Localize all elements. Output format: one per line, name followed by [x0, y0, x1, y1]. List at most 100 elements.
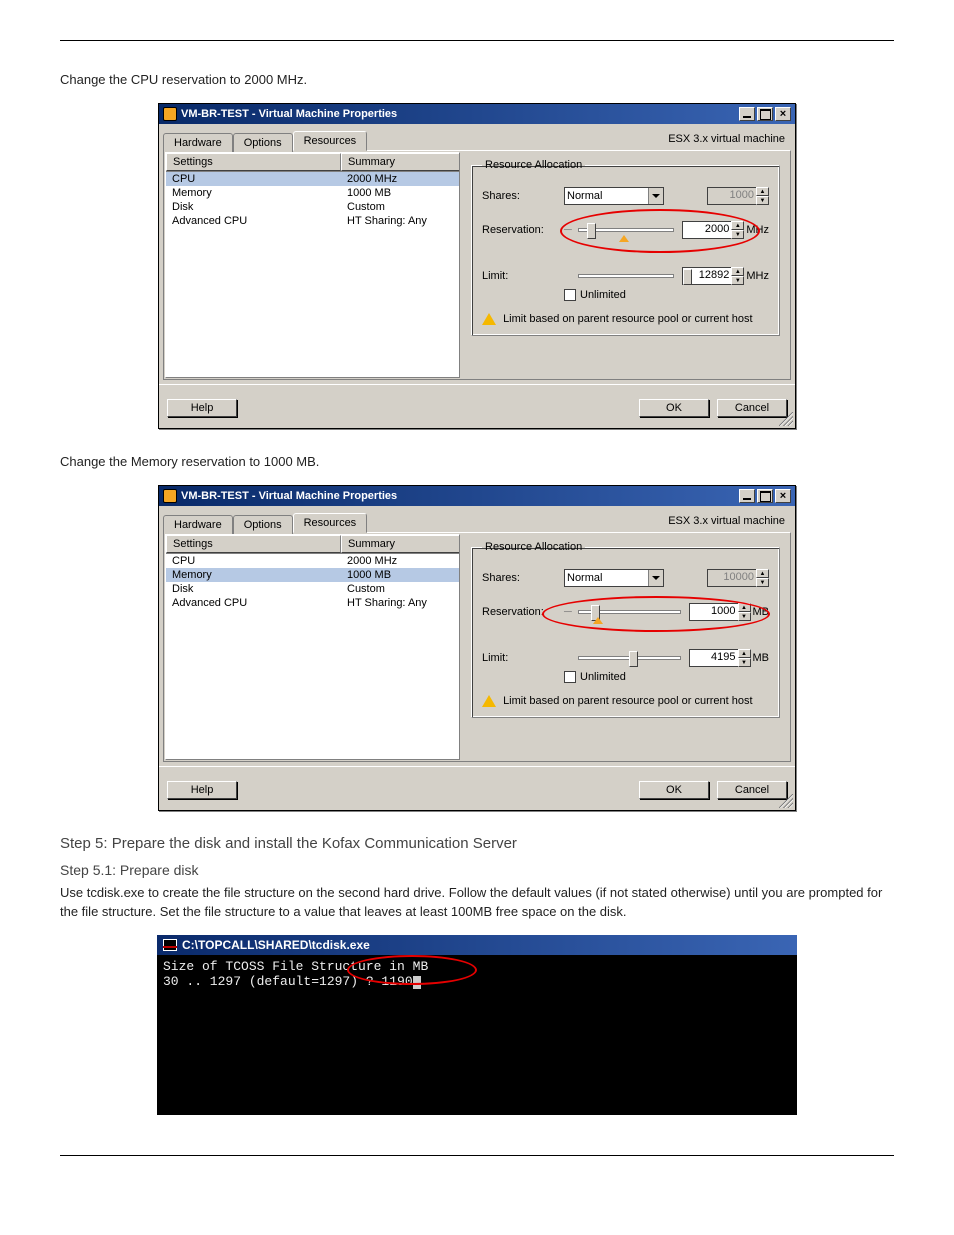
section-5-title: Step 5: Prepare the disk and install the…	[60, 835, 894, 852]
limit-spinner[interactable]: ▲▼	[731, 267, 744, 285]
console-window: C:\TOPCALL\SHARED\tcdisk.exe Size of TCO…	[157, 935, 797, 1115]
maximize-button[interactable]	[757, 489, 773, 503]
resource-allocation-group: Resource Allocation Shares: Normal 1000 …	[471, 159, 780, 336]
tab-hardware[interactable]: Hardware	[163, 133, 233, 152]
resize-grip-icon[interactable]	[779, 794, 793, 808]
list-row-advanced-cpu[interactable]: Advanced CPU HT Sharing: Any	[166, 214, 459, 228]
header-settings[interactable]: Settings	[166, 535, 341, 553]
shares-spinner[interactable]: ▲▼	[756, 187, 769, 205]
row-name: Memory	[166, 568, 341, 582]
list-row-memory[interactable]: Memory 1000 MB	[166, 568, 459, 582]
header-summary[interactable]: Summary	[341, 535, 459, 553]
limit-spinner[interactable]: ▲▼	[738, 649, 751, 667]
limit-unit: MB	[753, 652, 770, 664]
minimize-button[interactable]	[739, 107, 755, 121]
header-summary[interactable]: Summary	[341, 153, 459, 171]
chevron-down-icon	[648, 570, 663, 586]
shares-row: Shares: Normal 1000 ▲▼	[482, 187, 769, 205]
reservation-number[interactable]: 2000	[682, 221, 732, 239]
slider-thumb-icon[interactable]	[683, 269, 692, 285]
shares-label: Shares:	[482, 572, 564, 584]
vm-properties-dialog-cpu: VM-BR-TEST - Virtual Machine Properties …	[158, 103, 796, 429]
titlebar[interactable]: VM-BR-TEST - Virtual Machine Properties …	[159, 486, 795, 506]
app-icon	[163, 489, 177, 503]
warning-row: Limit based on parent resource pool or c…	[482, 695, 769, 707]
tab-resources[interactable]: Resources	[293, 513, 368, 533]
window-title: VM-BR-TEST - Virtual Machine Properties	[181, 490, 737, 502]
maximize-button[interactable]	[757, 107, 773, 121]
close-button[interactable]: ×	[775, 107, 791, 121]
unlimited-label: Unlimited	[580, 289, 626, 301]
shares-spinner[interactable]: ▲▼	[756, 569, 769, 587]
list-row-advanced-cpu[interactable]: Advanced CPU HT Sharing: Any	[166, 596, 459, 610]
row-summary: 1000 MB	[341, 186, 459, 200]
cancel-button[interactable]: Cancel	[717, 781, 787, 799]
section-5-1-body: Use tcdisk.exe to create the file struct…	[60, 884, 894, 920]
row-summary: 1000 MB	[341, 568, 459, 582]
shares-number: 10000	[707, 569, 757, 587]
tab-hardware[interactable]: Hardware	[163, 515, 233, 534]
console-line-1: Size of TCOSS File Structure in MB	[163, 959, 428, 974]
row-name: Disk	[166, 582, 341, 596]
list-row-cpu[interactable]: CPU 2000 MHz	[166, 172, 459, 186]
limit-slider[interactable]	[578, 656, 681, 660]
row-name: Advanced CPU	[166, 214, 341, 228]
group-legend: Resource Allocation	[482, 541, 585, 553]
row-name: Memory	[166, 186, 341, 200]
limit-number[interactable]: 4195	[689, 649, 739, 667]
titlebar[interactable]: VM-BR-TEST - Virtual Machine Properties …	[159, 104, 795, 124]
row-summary: Custom	[341, 582, 459, 596]
reservation-number[interactable]: 1000	[689, 603, 739, 621]
reservation-slider[interactable]	[578, 228, 674, 232]
unlimited-checkbox[interactable]	[564, 671, 576, 683]
reservation-label: Reservation:	[482, 224, 564, 236]
reservation-spinner[interactable]: ▲▼	[731, 221, 744, 239]
resource-allocation-pane: Resource Allocation Shares: Normal 10000…	[461, 533, 790, 761]
tab-options[interactable]: Options	[233, 515, 293, 534]
tab-resources[interactable]: Resources	[293, 131, 368, 151]
group-legend: Resource Allocation	[482, 159, 585, 171]
help-button[interactable]: Help	[167, 399, 237, 417]
resource-allocation-group: Resource Allocation Shares: Normal 10000…	[471, 541, 780, 718]
reservation-row: Reservation: ─ 2000 ▲▼ MHz	[482, 221, 769, 239]
reservation-slider[interactable]	[578, 610, 681, 614]
settings-list: Settings Summary CPU 2000 MHz Memory 100…	[165, 534, 460, 760]
list-row-memory[interactable]: Memory 1000 MB	[166, 186, 459, 200]
slider-thumb-icon[interactable]	[587, 223, 596, 239]
limit-slider[interactable]	[578, 274, 674, 278]
minimize-button[interactable]	[739, 489, 755, 503]
window-title: VM-BR-TEST - Virtual Machine Properties	[181, 108, 737, 120]
reservation-label: Reservation:	[482, 606, 564, 618]
reservation-unit: MB	[753, 606, 770, 618]
row-summary: 2000 MHz	[341, 554, 459, 568]
esx-version-label: ESX 3.x virtual machine	[668, 515, 791, 527]
reservation-row: Reservation: ─ 1000 ▲▼ MB	[482, 603, 769, 621]
tab-bar: Hardware Options Resources ESX 3.x virtu…	[159, 124, 795, 150]
shares-row: Shares: Normal 10000 ▲▼	[482, 569, 769, 587]
list-row-disk[interactable]: Disk Custom	[166, 582, 459, 596]
header-settings[interactable]: Settings	[166, 153, 341, 171]
slider-thumb-icon[interactable]	[629, 651, 638, 667]
shares-number: 1000	[707, 187, 757, 205]
console-titlebar[interactable]: C:\TOPCALL\SHARED\tcdisk.exe	[157, 935, 797, 955]
limit-row: Limit: 4195 ▲▼ MB	[482, 649, 769, 667]
tab-options[interactable]: Options	[233, 133, 293, 152]
shares-select[interactable]: Normal	[564, 569, 664, 587]
shares-select[interactable]: Normal	[564, 187, 664, 205]
unlimited-checkbox[interactable]	[564, 289, 576, 301]
console-title-text: C:\TOPCALL\SHARED\tcdisk.exe	[182, 938, 370, 952]
console-body[interactable]: Size of TCOSS File Structure in MB 30 ..…	[157, 955, 797, 1115]
intro-text-cpu: Change the CPU reservation to 2000 MHz.	[60, 71, 894, 89]
reservation-spinner[interactable]: ▲▼	[738, 603, 751, 621]
resize-grip-icon[interactable]	[779, 412, 793, 426]
ok-button[interactable]: OK	[639, 399, 709, 417]
close-button[interactable]: ×	[775, 489, 791, 503]
limit-label: Limit:	[482, 270, 564, 282]
help-button[interactable]: Help	[167, 781, 237, 799]
console-icon	[163, 939, 177, 951]
list-row-cpu[interactable]: CPU 2000 MHz	[166, 554, 459, 568]
ok-button[interactable]: OK	[639, 781, 709, 799]
cancel-button[interactable]: Cancel	[717, 399, 787, 417]
list-row-disk[interactable]: Disk Custom	[166, 200, 459, 214]
row-summary: Custom	[341, 200, 459, 214]
